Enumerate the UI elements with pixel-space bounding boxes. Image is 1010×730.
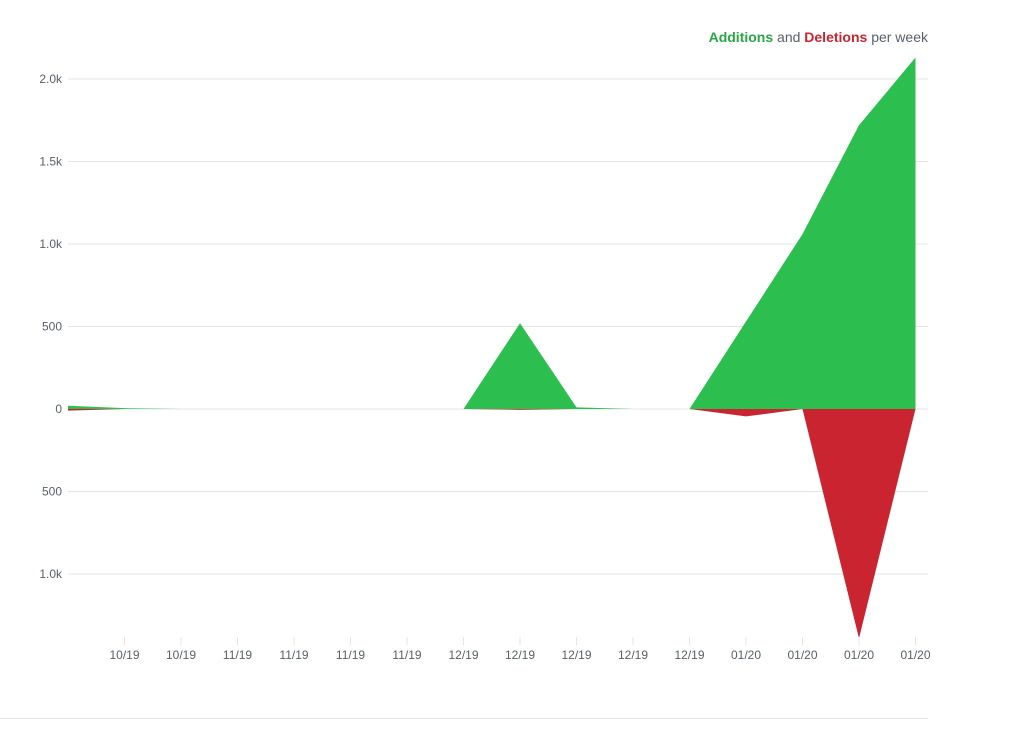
legend-deletions-label: Deletions	[804, 29, 868, 45]
x-tick-label: 12/19	[618, 648, 648, 662]
legend-and-label: and	[777, 29, 801, 45]
x-tick-label: 11/19	[336, 648, 365, 662]
x-tick-label: 11/19	[279, 648, 308, 662]
x-tick-label: 11/19	[223, 648, 252, 662]
chart-legend: Additions and Deletions per week	[709, 29, 928, 45]
x-tick-label: 01/20	[844, 648, 874, 662]
y-tick-label: 2.0k	[39, 72, 63, 86]
contributions-chart: Additions and Deletions per week 2.0k 1.5…	[0, 0, 1010, 725]
series-areas	[68, 57, 916, 639]
x-tick-label: 10/19	[166, 648, 196, 662]
y-tick-label: 1.0k	[39, 567, 63, 581]
x-tick-label: 01/20	[787, 648, 817, 662]
legend-additions-label: Additions	[708, 29, 774, 45]
series-area-additions	[68, 57, 916, 410]
y-tick-label: 0	[55, 402, 62, 416]
x-tick-label: 01/20	[900, 648, 930, 662]
x-axis-ticks: 10/19 10/19 11/19 11/19 11/19 11/19 12/19 12/19…	[109, 637, 931, 662]
x-tick-label: 01/20	[731, 648, 761, 662]
x-tick-label: 12/19	[505, 648, 535, 662]
x-tick-label: 12/19	[674, 648, 704, 662]
y-tick-label: 1.5k	[39, 155, 63, 169]
x-tick-label: 11/19	[392, 648, 421, 662]
x-tick-label: 12/19	[561, 648, 591, 662]
legend-suffix-label: per week	[871, 29, 928, 45]
y-axis-ticks: 2.0k 1.5k 1.0k 500 0 500 1.0k	[39, 72, 63, 581]
x-tick-label: 12/19	[448, 648, 478, 662]
y-tick-label: 500	[42, 485, 62, 499]
chart-plot-area: 2.0k1.5k1.0k50005001.0k 10/19 10/19 11/19 1…	[39, 57, 931, 662]
x-tick-label: 10/19	[109, 648, 139, 662]
series-area-deletions	[68, 409, 916, 639]
y-tick-label: 1.0k	[39, 237, 63, 251]
y-tick-label: 500	[42, 320, 62, 334]
bottom-divider	[0, 718, 928, 719]
